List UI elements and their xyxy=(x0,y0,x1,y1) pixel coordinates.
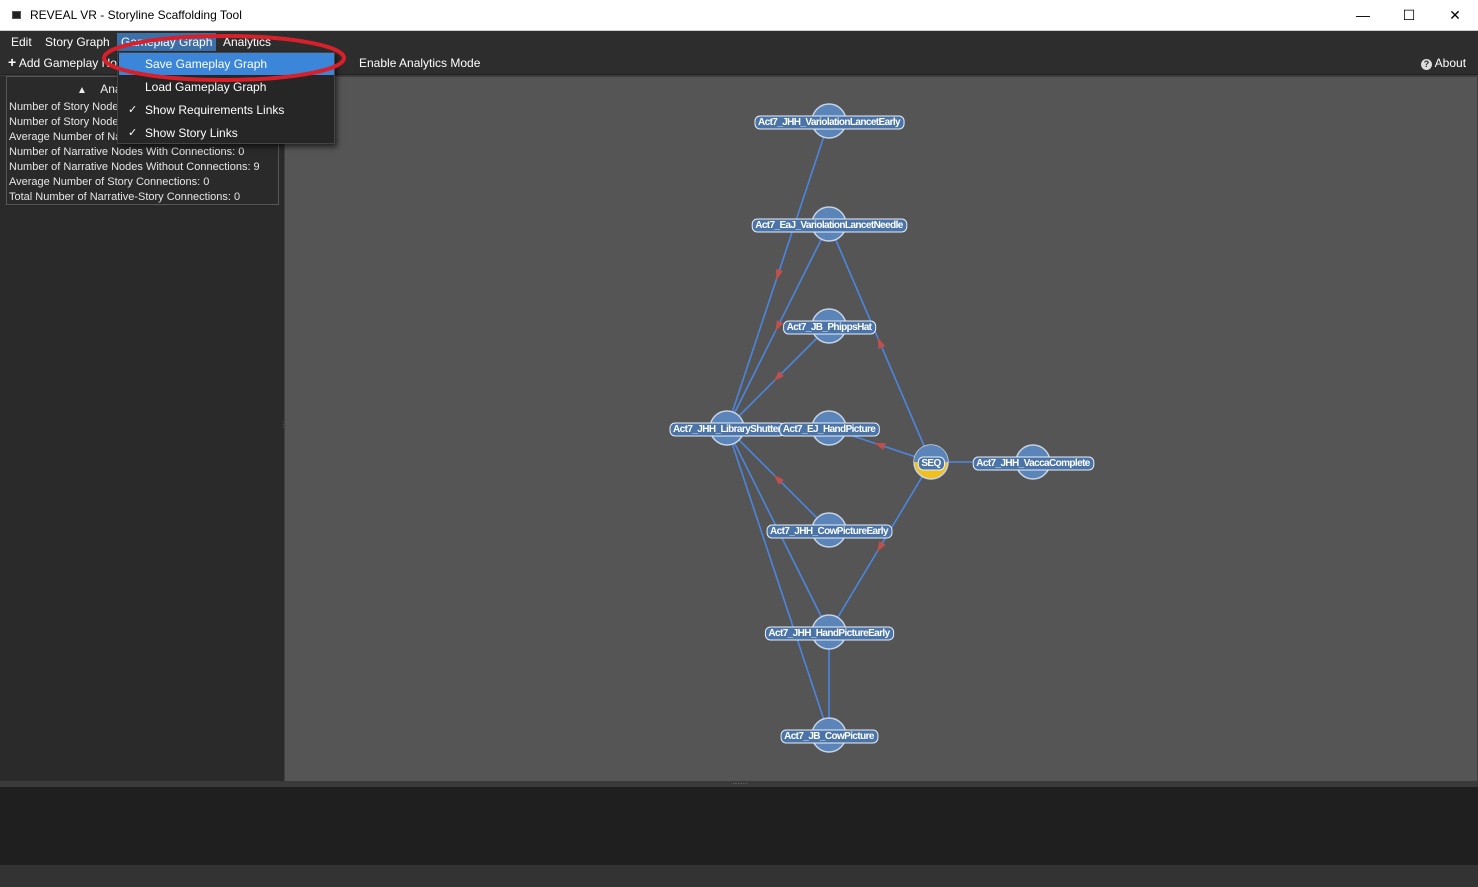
graph-edge-arrow xyxy=(874,443,886,450)
stat-line: Number of Story Nodes xyxy=(9,101,124,113)
enable-analytics-mode-button[interactable]: Enable Analytics Mode xyxy=(359,56,480,70)
graph-edge-arrow xyxy=(775,320,784,332)
graph-edge-arrow xyxy=(876,541,886,553)
show-story-links-label: Show Story Links xyxy=(145,126,238,140)
graph-node[interactable]: Act7_JHH_CowPictureEarly xyxy=(766,512,893,548)
graph-edge-arrow xyxy=(776,268,783,281)
graph-node[interactable]: Act7_JB_CowPicture xyxy=(780,717,879,753)
minimize-button[interactable]: — xyxy=(1340,0,1386,31)
graph-node-label: Act7_JHH_LibraryShutter xyxy=(673,424,782,435)
graph-node[interactable]: Act7_JHH_LibraryShutter xyxy=(669,410,786,446)
graph-node-label: SEQ xyxy=(921,458,941,469)
stat-line: Number of Narrative Nodes Without Connec… xyxy=(9,161,260,173)
graph-edge-arrow xyxy=(877,337,886,349)
graph-edge xyxy=(726,427,830,736)
menu-edit[interactable]: Edit xyxy=(7,33,36,51)
stat-line: Total Number of Narrative-Story Connecti… xyxy=(9,191,241,203)
checkmark-icon: ✓ xyxy=(128,127,138,139)
left-panel: ▲ Anal Number of Story Nodes Number of S… xyxy=(0,76,284,782)
graph-node-label: Act7_JB_CowPicture xyxy=(784,731,875,742)
graph-node[interactable]: Act7_JHH_VariolationLancetEarly xyxy=(754,103,905,139)
graph-node[interactable]: Act7_EaJ_VariolationLancetNeedle xyxy=(751,206,908,242)
stat-line: Average Number of Story Connections: 0 xyxy=(9,176,210,188)
maximize-button[interactable]: ☐ xyxy=(1386,0,1432,31)
about-label: About xyxy=(1434,56,1467,70)
show-requirements-links-label: Show Requirements Links xyxy=(145,103,285,117)
graph-node-label: Act7_JHH_HandPictureEarly xyxy=(768,628,890,639)
graph-node[interactable]: Act7_JHH_VaccaComplete xyxy=(972,444,1095,480)
graph-svg[interactable]: Act7_JHH_VariolationLancetEarly Act7_EaJ_… xyxy=(285,77,1478,783)
graph-node[interactable]: Act7_JB_PhippsHat xyxy=(783,308,877,344)
title-bar: REVEAL VR - Storyline Scaffolding Tool —… xyxy=(0,0,1478,31)
app-icon xyxy=(12,11,21,19)
graph-canvas[interactable]: Act7_JHH_VariolationLancetEarly Act7_EaJ_… xyxy=(284,76,1478,782)
menu-show-story-links[interactable]: ✓ Show Story Links xyxy=(119,122,334,144)
about-button[interactable]: ? About xyxy=(1421,56,1466,70)
window-title: REVEAL VR - Storyline Scaffolding Tool xyxy=(30,8,242,22)
stat-line: Number of Narrative Nodes With Connectio… xyxy=(9,146,245,158)
graph-node[interactable]: Act7_JHH_HandPictureEarly xyxy=(764,614,895,650)
status-bar xyxy=(0,865,1478,887)
menu-show-requirements-links[interactable]: ✓ Show Requirements Links xyxy=(119,99,334,121)
close-button[interactable]: ✕ xyxy=(1432,0,1478,31)
stat-line: Number of Story Nodes xyxy=(9,116,124,128)
annotation-highlight-ellipse xyxy=(102,34,346,82)
collapse-arrow-icon: ▲ xyxy=(77,85,87,96)
graph-node-label: Act7_JHH_VaccaComplete xyxy=(976,458,1091,469)
graph-node[interactable]: SEQ xyxy=(913,444,949,480)
graph-node-label: Act7_EaJ_VariolationLancetNeedle xyxy=(755,220,904,231)
graph-node-label: Act7_JHH_VariolationLancetEarly xyxy=(758,117,901,128)
console-panel xyxy=(0,787,1478,865)
graph-node-label: Act7_JHH_CowPictureEarly xyxy=(770,526,889,537)
checkmark-icon: ✓ xyxy=(128,104,138,116)
question-icon: ? xyxy=(1421,59,1432,70)
graph-node-label: Act7_JB_PhippsHat xyxy=(787,322,873,333)
graph-node-label: Act7_EJ_HandPicture xyxy=(783,424,877,435)
stat-line: Average Number of Na xyxy=(9,131,122,143)
plus-icon: + xyxy=(8,54,17,70)
